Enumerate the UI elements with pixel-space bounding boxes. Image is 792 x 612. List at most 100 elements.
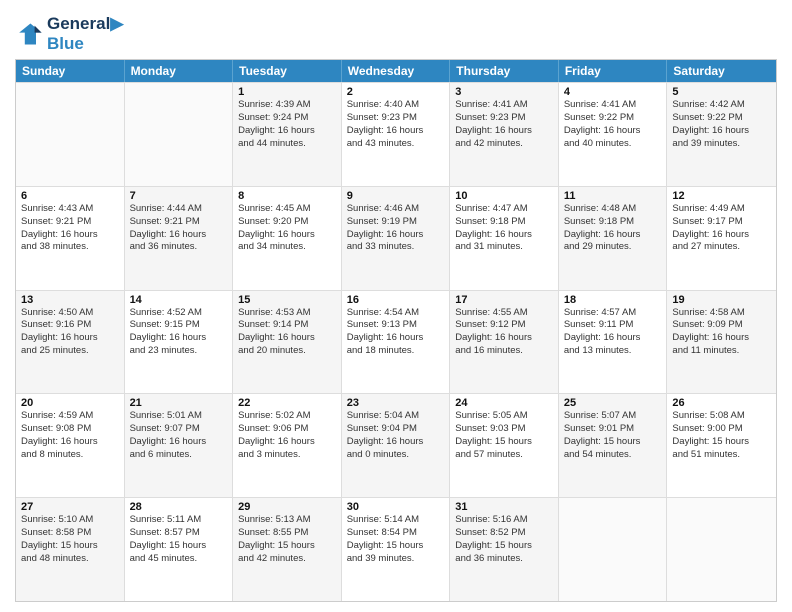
cell-line: Daylight: 16 hours [130,229,228,242]
calendar-cell: 11Sunrise: 4:48 AMSunset: 9:18 PMDayligh… [559,187,668,290]
day-number: 31 [455,501,553,513]
cell-line: Sunrise: 5:01 AM [130,410,228,423]
cell-line: and 45 minutes. [130,553,228,566]
calendar-cell: 25Sunrise: 5:07 AMSunset: 9:01 PMDayligh… [559,394,668,497]
cell-line: and 25 minutes. [21,345,119,358]
page: General▶ Blue SundayMondayTuesdayWednesd… [0,0,792,612]
day-number: 19 [672,294,771,306]
cell-line: Sunrise: 4:59 AM [21,410,119,423]
cell-line: Sunset: 9:22 PM [564,112,662,125]
cell-line: Daylight: 15 hours [130,540,228,553]
day-number: 8 [238,190,336,202]
cell-line: and 3 minutes. [238,449,336,462]
calendar-header-cell: Monday [125,60,234,82]
cell-line: Sunrise: 5:07 AM [564,410,662,423]
calendar-row: 1Sunrise: 4:39 AMSunset: 9:24 PMDaylight… [16,82,776,186]
cell-line: Daylight: 15 hours [455,436,553,449]
cell-line: Daylight: 16 hours [347,436,445,449]
logo: General▶ Blue [15,14,123,53]
cell-line: Daylight: 16 hours [672,229,771,242]
cell-line: Sunrise: 4:50 AM [21,307,119,320]
cell-line: Sunrise: 5:16 AM [455,514,553,527]
cell-line: and 18 minutes. [347,345,445,358]
logo-icon [15,20,43,48]
day-number: 29 [238,501,336,513]
calendar-row: 6Sunrise: 4:43 AMSunset: 9:21 PMDaylight… [16,186,776,290]
calendar-cell: 24Sunrise: 5:05 AMSunset: 9:03 PMDayligh… [450,394,559,497]
cell-line: Sunrise: 4:53 AM [238,307,336,320]
cell-line: Sunset: 9:00 PM [672,423,771,436]
cell-line: and 34 minutes. [238,241,336,254]
cell-line: and 20 minutes. [238,345,336,358]
day-number: 9 [347,190,445,202]
calendar-cell: 18Sunrise: 4:57 AMSunset: 9:11 PMDayligh… [559,291,668,394]
cell-line: Daylight: 16 hours [238,436,336,449]
calendar-cell [559,498,668,601]
cell-line: Sunrise: 4:52 AM [130,307,228,320]
calendar-body: 1Sunrise: 4:39 AMSunset: 9:24 PMDaylight… [16,82,776,601]
calendar-cell: 2Sunrise: 4:40 AMSunset: 9:23 PMDaylight… [342,83,451,186]
calendar-row: 13Sunrise: 4:50 AMSunset: 9:16 PM Dayligh… [16,290,776,394]
cell-line: Daylight: 16 hours [238,125,336,138]
cell-line: Sunrise: 5:05 AM [455,410,553,423]
header: General▶ Blue [15,10,777,53]
cell-line: Sunset: 9:16 PM [21,319,119,332]
cell-line: and 40 minutes. [564,138,662,151]
day-number: 11 [564,190,662,202]
cell-line: Sunset: 9:22 PM [672,112,771,125]
calendar-cell: 10Sunrise: 4:47 AMSunset: 9:18 PMDayligh… [450,187,559,290]
cell-line: Daylight: 16 hours [130,436,228,449]
cell-line: and 48 minutes. [21,553,119,566]
calendar-cell: 14Sunrise: 4:52 AMSunset: 9:15 PMDayligh… [125,291,234,394]
cell-line: Sunrise: 4:48 AM [564,203,662,216]
cell-line: Sunrise: 4:40 AM [347,99,445,112]
cell-line: and 36 minutes. [455,553,553,566]
calendar-cell: 20Sunrise: 4:59 AMSunset: 9:08 PMDayligh… [16,394,125,497]
cell-line: Sunrise: 4:39 AM [238,99,336,112]
cell-line: Daylight: 16 hours [564,229,662,242]
cell-line: Daylight: 16 hours [672,125,771,138]
calendar-cell: 17Sunrise: 4:55 AMSunset: 9:12 PMDayligh… [450,291,559,394]
calendar-cell: 19Sunrise: 4:58 AMSunset: 9:09 PMDayligh… [667,291,776,394]
cell-line: Sunrise: 4:57 AM [564,307,662,320]
cell-line: Daylight: 16 hours [238,332,336,345]
cell-line: Sunrise: 5:11 AM [130,514,228,527]
calendar-cell: 6Sunrise: 4:43 AMSunset: 9:21 PMDaylight… [16,187,125,290]
logo-text: General▶ Blue [47,14,123,53]
calendar-cell: 12Sunrise: 4:49 AMSunset: 9:17 PMDayligh… [667,187,776,290]
calendar-cell [667,498,776,601]
calendar-header-cell: Wednesday [342,60,451,82]
cell-line: Sunset: 9:18 PM [564,216,662,229]
day-number: 20 [21,397,119,409]
cell-line: and 11 minutes. [672,345,771,358]
cell-line: Daylight: 15 hours [347,540,445,553]
cell-line: Sunset: 9:04 PM [347,423,445,436]
cell-line: Daylight: 16 hours [347,332,445,345]
cell-line: and 38 minutes. [21,241,119,254]
day-number: 5 [672,86,771,98]
cell-line: Sunset: 9:23 PM [347,112,445,125]
calendar-cell: 5Sunrise: 4:42 AMSunset: 9:22 PMDaylight… [667,83,776,186]
cell-line: Daylight: 16 hours [21,436,119,449]
day-number: 26 [672,397,771,409]
calendar-cell: 4Sunrise: 4:41 AMSunset: 9:22 PMDaylight… [559,83,668,186]
day-number: 7 [130,190,228,202]
cell-line: Daylight: 16 hours [455,125,553,138]
calendar-cell: 13Sunrise: 4:50 AMSunset: 9:16 PMDayligh… [16,291,125,394]
cell-line: Daylight: 16 hours [347,229,445,242]
cell-line: and 43 minutes. [347,138,445,151]
day-number: 6 [21,190,119,202]
cell-line: Sunset: 9:12 PM [455,319,553,332]
day-number: 15 [238,294,336,306]
cell-line: and 57 minutes. [455,449,553,462]
cell-line: Sunrise: 4:42 AM [672,99,771,112]
cell-line: Sunset: 8:52 PM [455,527,553,540]
day-number: 13 [21,294,119,306]
cell-line: Daylight: 15 hours [564,436,662,449]
cell-line: Daylight: 16 hours [21,229,119,242]
cell-line: and 54 minutes. [564,449,662,462]
calendar-cell [16,83,125,186]
day-number: 22 [238,397,336,409]
day-number: 10 [455,190,553,202]
cell-line: Sunrise: 4:58 AM [672,307,771,320]
